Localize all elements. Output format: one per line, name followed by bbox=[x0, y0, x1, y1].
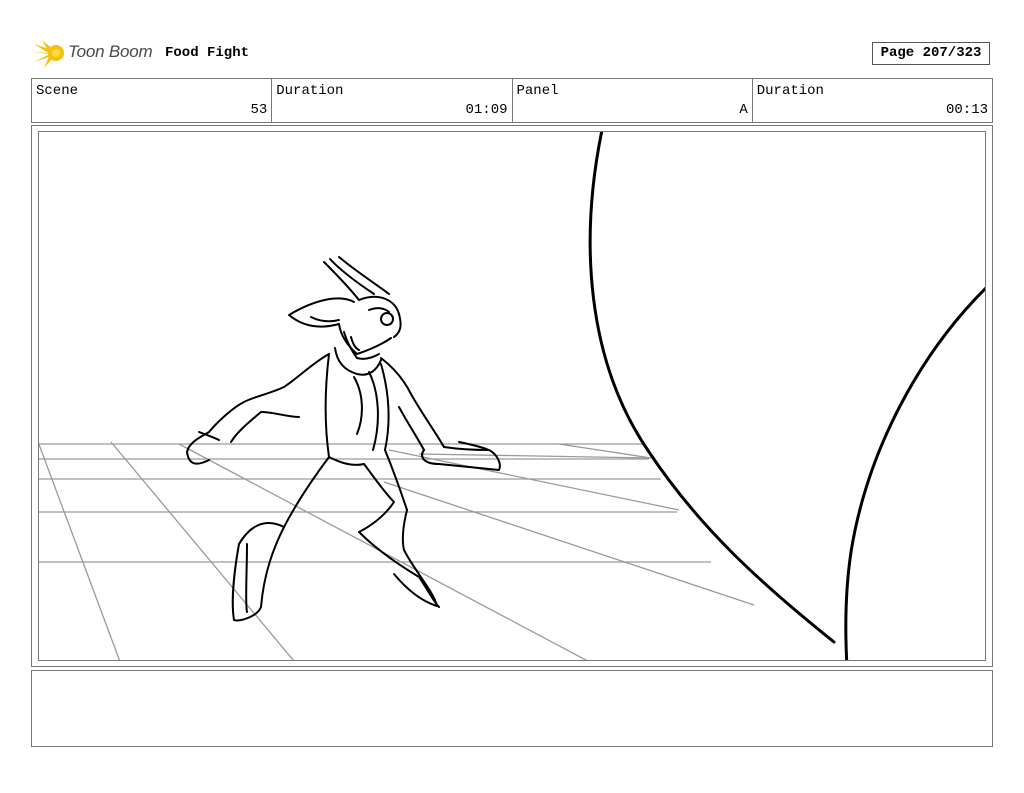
panel-value: A bbox=[739, 102, 748, 118]
logo-text: Toon Boom bbox=[68, 42, 153, 61]
notes-box bbox=[31, 670, 993, 747]
scene-duration-value: 01:09 bbox=[465, 102, 508, 118]
panel-frame bbox=[31, 125, 993, 667]
panel-label: Panel bbox=[516, 83, 559, 99]
panel-cell: Panel A bbox=[513, 79, 753, 122]
storyboard-header: Toon Boom Food Fight Page 207/323 bbox=[0, 0, 1024, 75]
scene-duration-cell: Duration 01:09 bbox=[272, 79, 513, 122]
toon-boom-logo: Toon Boom bbox=[32, 38, 162, 70]
floor-guides bbox=[39, 441, 755, 660]
scene-value: 53 bbox=[250, 102, 268, 118]
panel-duration-label: Duration bbox=[756, 83, 824, 99]
panel-image bbox=[38, 131, 986, 661]
scene-duration-label: Duration bbox=[276, 83, 344, 99]
rabbit-character bbox=[186, 256, 501, 622]
scene-label: Scene bbox=[36, 83, 79, 99]
starburst-icon bbox=[32, 40, 64, 68]
scene-info-row: Scene 53 Duration 01:09 Panel A Duration… bbox=[31, 78, 993, 123]
project-title: Food Fight bbox=[165, 45, 250, 61]
giant-food-shape bbox=[588, 132, 985, 660]
storyboard-sketch bbox=[39, 132, 985, 660]
page-counter: Page 207/323 bbox=[872, 42, 990, 65]
panel-duration-value: 00:13 bbox=[945, 102, 988, 118]
scene-cell: Scene 53 bbox=[32, 79, 273, 122]
panel-duration-cell: Duration 00:13 bbox=[753, 79, 992, 122]
